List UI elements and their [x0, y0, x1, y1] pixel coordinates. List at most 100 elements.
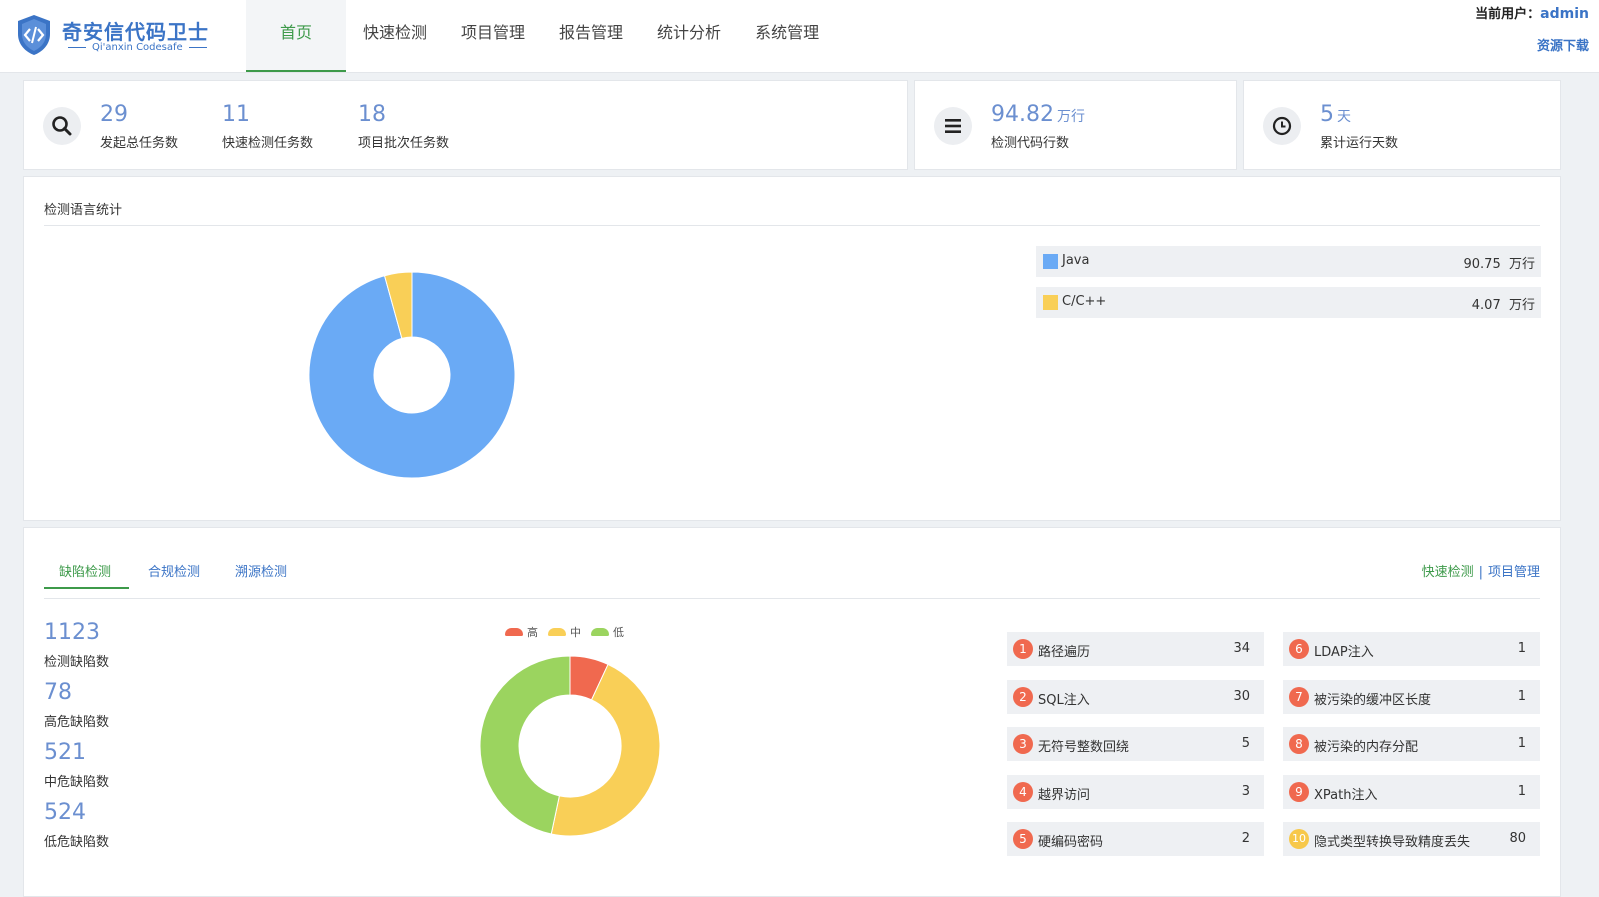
legend-high[interactable]: 高	[505, 624, 538, 640]
vuln-count: 1	[1517, 641, 1526, 656]
vuln-item-2[interactable]: 2 SQL注入 30	[1007, 679, 1264, 714]
donut-slice-low[interactable]	[479, 655, 571, 835]
java-swatch	[1043, 254, 1058, 269]
task-stats-card: 29 发起总任务数 11 快速检测任务数 18 项目批次任务数	[23, 80, 908, 170]
vuln-name: SQL注入	[1038, 692, 1090, 708]
defect-panel: 缺陷检测 合规检测 溯源检测 快速检测 | 项目管理 1123 检测缺陷数 78 高…	[23, 527, 1561, 897]
rank-badge: 9	[1289, 781, 1309, 802]
code-lines-value: 94.82 万行	[991, 102, 1085, 127]
vuln-item-5[interactable]: 5 硬编码密码 2	[1007, 822, 1264, 856]
legend-low[interactable]: 低	[591, 624, 624, 640]
legend-high-mark	[505, 628, 523, 636]
vuln-item-7[interactable]: 7 被污染的缓冲区长度 1	[1283, 679, 1540, 714]
rank-badge: 3	[1013, 734, 1033, 754]
vuln-item-8[interactable]: 8 被污染的内存分配 1	[1283, 727, 1540, 761]
current-user-name[interactable]: admin	[1540, 6, 1589, 22]
run-days-card: 5天 累计运行天数	[1243, 80, 1561, 170]
rank-badge: 6	[1289, 639, 1309, 659]
vuln-name: 无符号整数回绕	[1038, 740, 1130, 755]
vuln-count: 80	[1509, 831, 1526, 846]
rank-badge: 4	[1013, 781, 1033, 802]
vuln-item-9[interactable]: 9 XPath注入 1	[1283, 774, 1540, 809]
nav-reports[interactable]: 报告管理	[542, 0, 640, 72]
vuln-name: 路径遍历	[1038, 645, 1091, 660]
vuln-count: 1	[1517, 688, 1526, 704]
vuln-count: 1	[1517, 783, 1526, 799]
language-pie-chart[interactable]	[307, 270, 517, 480]
nav-projects[interactable]: 项目管理	[444, 0, 542, 72]
divider	[44, 598, 1540, 599]
active-tab-indicator	[44, 587, 129, 589]
cpp-lines: 4.07 万行	[1471, 298, 1535, 313]
code-lines-label: 检测代码行数	[991, 136, 1070, 151]
top-header: 奇安信代码卫士 Qi'anxin Codesafe 首页 快速检测 项目管理 报…	[0, 0, 1599, 73]
java-label: Java	[1062, 253, 1090, 268]
tab-trace-scan[interactable]: 溯源检测	[235, 561, 287, 580]
list-icon	[934, 107, 972, 145]
shield-code-icon	[18, 15, 50, 55]
rank-badge: 1	[1013, 639, 1033, 659]
vuln-item-3[interactable]: 3 无符号整数回绕 5	[1007, 727, 1264, 761]
total-defects-value: 1123	[44, 620, 100, 645]
vuln-item-1[interactable]: 1 路径遍历 34	[1007, 632, 1264, 666]
run-days-label: 累计运行天数	[1320, 136, 1399, 151]
vuln-count: 5	[1241, 736, 1250, 751]
main-nav: 首页 快速检测 项目管理 报告管理 统计分析 系统管理	[246, 0, 836, 72]
medium-defects-value: 521	[44, 740, 86, 765]
vuln-name: 被污染的内存分配	[1314, 740, 1419, 755]
quick-tasks-value: 11	[222, 102, 250, 127]
severity-donut-chart[interactable]	[479, 655, 661, 837]
vuln-item-6[interactable]: 6 LDAP注入 1	[1283, 632, 1540, 666]
vuln-count: 30	[1233, 688, 1250, 704]
legend-medium-mark	[548, 628, 566, 636]
code-lines-card: 94.82 万行 检测代码行数	[914, 80, 1237, 170]
nav-home[interactable]: 首页	[246, 0, 346, 72]
rank-badge: 10	[1289, 829, 1309, 849]
high-defects-label: 高危缺陷数	[44, 715, 110, 730]
resource-download-link[interactable]: 资源下载	[1537, 35, 1589, 54]
current-user: 当前用户：admin	[1475, 3, 1589, 22]
nav-system[interactable]: 系统管理	[738, 0, 836, 72]
app-title: 奇安信代码卫士	[62, 20, 209, 44]
total-defects-label: 检测缺陷数	[44, 655, 110, 670]
divider	[44, 225, 1540, 226]
legend-medium[interactable]: 中	[548, 624, 581, 640]
total-tasks-label: 发起总任务数	[100, 136, 179, 151]
search-icon	[43, 107, 81, 145]
language-panel-title: 检测语言统计	[44, 203, 123, 218]
legend-low-mark	[591, 628, 609, 636]
cpp-swatch	[1043, 295, 1058, 310]
batch-tasks-label: 项目批次任务数	[358, 136, 450, 151]
severity-legend: 高 中 低	[505, 624, 624, 640]
vuln-name: 越界访问	[1038, 787, 1091, 803]
low-defects-label: 低危缺陷数	[44, 835, 110, 850]
quick-scan-link[interactable]: 快速检测	[1422, 565, 1474, 580]
quick-links: 快速检测 | 项目管理	[1422, 561, 1540, 580]
vuln-name: 被污染的缓冲区长度	[1314, 692, 1432, 708]
app-subtitle: Qi'anxin Codesafe	[62, 42, 213, 53]
vuln-name: 隐式类型转换导致精度丢失	[1314, 835, 1471, 850]
language-stats-panel: 检测语言统计 Java 90.75 万行 C/C++ 4.07 万行	[23, 176, 1561, 521]
batch-tasks-value: 18	[358, 102, 386, 127]
vuln-name: LDAP注入	[1314, 645, 1374, 660]
total-tasks-value: 29	[100, 102, 128, 127]
logo[interactable]: 奇安信代码卫士 Qi'anxin Codesafe	[16, 14, 216, 58]
vuln-count: 2	[1241, 831, 1250, 846]
rank-badge: 8	[1289, 734, 1309, 754]
quick-tasks-label: 快速检测任务数	[222, 136, 314, 151]
vuln-item-4[interactable]: 4 越界访问 3	[1007, 774, 1264, 809]
nav-statistics[interactable]: 统计分析	[640, 0, 738, 72]
vuln-name: XPath注入	[1314, 787, 1378, 803]
vuln-count: 3	[1241, 783, 1250, 799]
link-separator: |	[1478, 565, 1483, 580]
nav-quick-scan[interactable]: 快速检测	[346, 0, 444, 72]
vuln-item-10[interactable]: 10 隐式类型转换导致精度丢失 80	[1283, 822, 1540, 856]
tab-defect-scan[interactable]: 缺陷检测	[59, 561, 111, 580]
vuln-name: 硬编码密码	[1038, 835, 1104, 850]
clock-icon	[1263, 107, 1301, 145]
tab-compliance-scan[interactable]: 合规检测	[148, 561, 200, 580]
project-manage-link[interactable]: 项目管理	[1488, 565, 1540, 580]
language-legend-java[interactable]: Java 90.75 万行	[1036, 246, 1541, 277]
language-legend-cpp[interactable]: C/C++ 4.07 万行	[1036, 287, 1541, 318]
rank-badge: 5	[1013, 829, 1033, 849]
